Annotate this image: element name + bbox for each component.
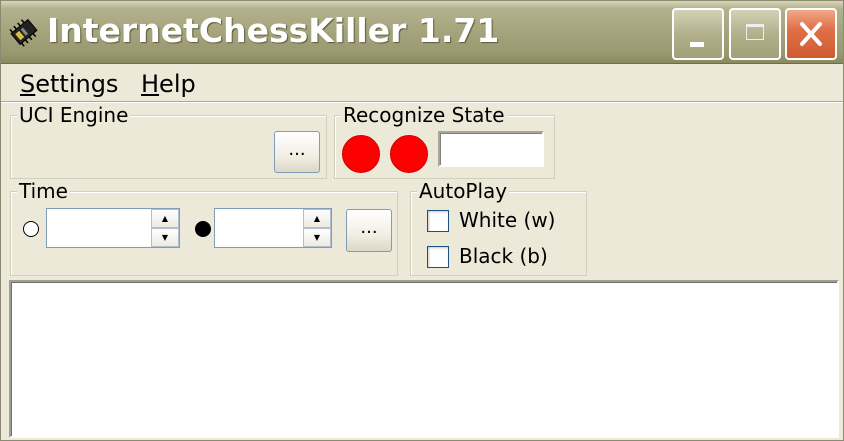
white-time-input[interactable] [47, 209, 151, 247]
log-output-area[interactable] [9, 280, 839, 438]
menu-bar: Settings Help [1, 64, 843, 102]
app-window: InternetChessKiller 1.71 Settings Help U… [0, 0, 844, 441]
menu-settings[interactable]: Settings [20, 70, 118, 98]
autoplay-white-label[interactable]: White (w) [459, 208, 555, 232]
window-title: InternetChessKiller 1.71 [47, 11, 500, 50]
time-label: Time [17, 179, 70, 203]
autoplay-black-label[interactable]: Black (b) [459, 244, 548, 268]
white-time-up-button[interactable]: ▲ [151, 209, 179, 228]
white-time-down-button[interactable]: ▼ [151, 228, 179, 247]
maximize-button[interactable] [729, 8, 781, 60]
menu-help-label: elp [159, 70, 196, 98]
menu-help-mnemonic: H [141, 70, 160, 98]
minimize-icon [690, 42, 704, 47]
close-button[interactable] [785, 8, 837, 60]
chip-icon [9, 18, 38, 47]
white-radio-icon[interactable] [23, 221, 39, 237]
close-icon [800, 22, 822, 46]
black-time-stepper[interactable]: ▲ ▼ [214, 208, 332, 248]
white-time-stepper[interactable]: ▲ ▼ [46, 208, 180, 248]
menu-settings-mnemonic: S [20, 70, 36, 98]
time-settings-button[interactable]: ... [346, 209, 392, 252]
white-time-spin: ▲ ▼ [151, 209, 179, 247]
black-time-down-button[interactable]: ▼ [303, 228, 331, 247]
title-bar[interactable]: InternetChessKiller 1.71 [1, 1, 843, 64]
menu-help[interactable]: Help [141, 70, 196, 98]
black-time-up-button[interactable]: ▲ [303, 209, 331, 228]
black-radio-icon[interactable] [195, 221, 211, 237]
recognize-state-label: Recognize State [341, 103, 507, 127]
recognize-state-field [438, 131, 544, 167]
autoplay-white-checkbox[interactable] [427, 210, 449, 232]
black-time-spin: ▲ ▼ [303, 209, 331, 247]
black-time-input[interactable] [215, 209, 303, 247]
autoplay-label: AutoPlay [417, 179, 510, 203]
uci-engine-label: UCI Engine [17, 103, 131, 127]
maximize-icon [746, 24, 764, 40]
recognize-indicator-1 [342, 135, 380, 173]
menu-settings-label: ettings [35, 70, 119, 98]
minimize-button[interactable] [672, 8, 724, 60]
autoplay-black-checkbox[interactable] [427, 246, 449, 268]
recognize-indicator-2 [390, 135, 428, 173]
uci-engine-browse-button[interactable]: ... [274, 131, 320, 173]
